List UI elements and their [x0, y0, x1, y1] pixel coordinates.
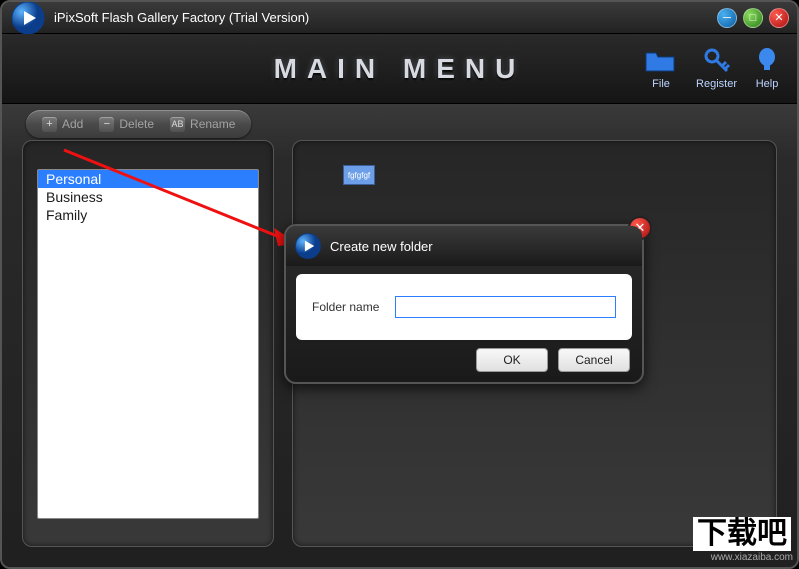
app-title: iPixSoft Flash Gallery Factory (Trial Ve…	[54, 10, 717, 25]
thumb-label: fgfgfgf	[348, 171, 370, 180]
gallery-thumbnail[interactable]: fgfgfgf	[343, 165, 375, 185]
delete-button[interactable]: − Delete	[91, 114, 162, 135]
app-window: iPixSoft Flash Gallery Factory (Trial Ve…	[0, 0, 799, 569]
dialog-title: Create new folder	[330, 239, 433, 254]
watermark-text: 下载吧	[697, 519, 787, 549]
titlebar: iPixSoft Flash Gallery Factory (Trial Ve…	[2, 2, 797, 34]
folder-name-input[interactable]	[395, 296, 616, 318]
bulb-icon	[755, 44, 779, 78]
minimize-button[interactable]: ─	[717, 8, 737, 28]
rename-label: Rename	[190, 117, 235, 131]
file-label: File	[652, 78, 670, 90]
folder-item[interactable]: Personal	[38, 170, 258, 188]
register-label: Register	[696, 78, 737, 90]
minus-icon: −	[99, 117, 114, 132]
help-button[interactable]: Help	[755, 44, 779, 90]
plus-icon: +	[42, 117, 57, 132]
file-menu-button[interactable]: File	[644, 44, 678, 90]
app-logo-icon	[10, 0, 46, 36]
folder-name-label: Folder name	[312, 300, 379, 314]
delete-label: Delete	[119, 117, 154, 131]
add-label: Add	[62, 117, 83, 131]
watermark-logo: 下载吧	[693, 517, 791, 551]
add-button[interactable]: + Add	[34, 114, 91, 135]
header-actions: File Register Help	[644, 44, 779, 90]
close-button[interactable]: ✕	[769, 8, 789, 28]
sidebar-panel: Personal Business Family	[22, 140, 274, 547]
rename-icon: AB	[170, 117, 185, 132]
key-icon	[702, 44, 732, 78]
dialog-wrapper: ✕ Create new folder Folder name OK Cance…	[284, 224, 644, 384]
folder-icon	[644, 44, 678, 78]
folder-toolbar: + Add − Delete AB Rename	[26, 110, 251, 138]
page-title: MAIN MENU	[274, 53, 526, 85]
window-controls: ─ □ ✕	[717, 8, 789, 28]
watermark-url: www.xiazaiba.com	[711, 552, 793, 563]
maximize-button[interactable]: □	[743, 8, 763, 28]
header: MAIN MENU File Register Help	[2, 34, 797, 104]
help-label: Help	[756, 78, 779, 90]
dialog-logo-icon	[294, 232, 322, 260]
dialog-buttons: OK Cancel	[286, 348, 642, 382]
folder-item[interactable]: Family	[38, 206, 258, 224]
folder-list[interactable]: Personal Business Family	[37, 169, 259, 519]
dialog-body: Folder name	[296, 274, 632, 340]
register-button[interactable]: Register	[696, 44, 737, 90]
cancel-button[interactable]: Cancel	[558, 348, 630, 372]
dialog-header: Create new folder	[286, 226, 642, 266]
create-folder-dialog: ✕ Create new folder Folder name OK Cance…	[284, 224, 644, 384]
rename-button[interactable]: AB Rename	[162, 114, 243, 135]
folder-item[interactable]: Business	[38, 188, 258, 206]
ok-button[interactable]: OK	[476, 348, 548, 372]
